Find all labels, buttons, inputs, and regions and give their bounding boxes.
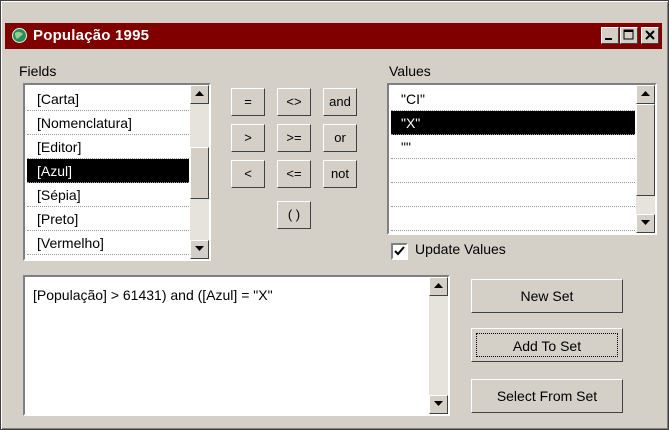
field-item-preto[interactable]: [Preto]	[27, 207, 189, 231]
update-values-label[interactable]: Update Values	[415, 241, 506, 257]
and-button[interactable]: and	[323, 88, 357, 116]
or-button[interactable]: or	[323, 124, 357, 152]
value-item-selected[interactable]: "X"	[391, 111, 635, 135]
arrow-up-icon	[195, 91, 204, 96]
fields-label: Fields	[19, 63, 57, 79]
app-globe-icon	[12, 28, 27, 43]
values-label: Values	[389, 63, 431, 79]
field-item-carta[interactable]: [Carta]	[27, 87, 189, 111]
maximize-button[interactable]	[620, 27, 638, 44]
arrow-down-icon	[434, 401, 443, 406]
fields-listbox[interactable]: [Carta] [Nomenclatura] [Editor] [Azul] […	[23, 83, 211, 261]
field-item-azul[interactable]: [Azul]	[27, 159, 189, 183]
add-to-set-label: Add To Set	[476, 333, 618, 357]
not-equal-button[interactable]: <>	[277, 88, 311, 116]
fields-scroll-up-button[interactable]	[190, 85, 209, 104]
new-set-button[interactable]: New Set	[471, 279, 623, 313]
values-scroll-down-button[interactable]	[636, 214, 655, 233]
minimize-button[interactable]	[601, 27, 619, 44]
values-scroll-thumb[interactable]	[636, 104, 655, 196]
value-item-empty[interactable]	[391, 207, 635, 231]
expression-textarea[interactable]: [População] > 61431) and ([Azul] = "X"	[23, 275, 450, 416]
close-button[interactable]	[641, 27, 659, 44]
greater-equal-button[interactable]: >=	[277, 124, 311, 152]
field-item-vermelho[interactable]: [Vermelho]	[27, 231, 189, 255]
values-scrollbar[interactable]	[636, 85, 655, 233]
title-bar[interactable]: População 1995	[5, 23, 662, 49]
field-item-sepia[interactable]: [Sépia]	[27, 183, 189, 207]
value-item[interactable]: ""	[391, 135, 635, 159]
fields-scroll-thumb[interactable]	[190, 147, 209, 199]
greater-than-button[interactable]: >	[231, 124, 265, 152]
value-item-empty[interactable]	[391, 159, 635, 183]
maximize-icon	[623, 29, 634, 40]
less-than-button[interactable]: <	[231, 160, 265, 188]
field-item-editor[interactable]: [Editor]	[27, 135, 189, 159]
expression-scrollbar[interactable]	[429, 277, 448, 414]
arrow-up-icon	[434, 283, 443, 288]
arrow-down-icon	[641, 220, 650, 225]
parentheses-button[interactable]: ( )	[277, 201, 311, 229]
fields-scroll-down-button[interactable]	[190, 240, 209, 259]
values-scroll-up-button[interactable]	[636, 85, 655, 104]
add-to-set-button[interactable]: Add To Set	[471, 328, 623, 362]
equals-button[interactable]: =	[231, 88, 265, 116]
fields-scrollbar[interactable]	[190, 85, 209, 259]
less-equal-button[interactable]: <=	[277, 160, 311, 188]
expression-scroll-down-button[interactable]	[429, 395, 448, 414]
arrow-up-icon	[641, 91, 650, 96]
value-item[interactable]: "CI"	[391, 87, 635, 111]
value-item-empty[interactable]	[391, 183, 635, 207]
checkmark-icon	[394, 246, 405, 256]
update-values-checkbox[interactable]	[391, 243, 408, 260]
not-button[interactable]: not	[323, 160, 357, 188]
expression-scroll-up-button[interactable]	[429, 277, 448, 296]
expression-text: [População] > 61431) and ([Azul] = "X"	[33, 287, 273, 303]
window-title: População 1995	[33, 27, 150, 44]
field-item-nomenclatura[interactable]: [Nomenclatura]	[27, 111, 189, 135]
arrow-down-icon	[195, 246, 204, 251]
close-icon	[645, 30, 655, 40]
select-from-set-button[interactable]: Select From Set	[471, 379, 623, 413]
values-listbox[interactable]: "CI" "X" ""	[387, 83, 657, 235]
minimize-icon	[605, 38, 612, 40]
query-builder-window: População 1995 Fields [Carta] [Nomenclat…	[0, 0, 669, 430]
